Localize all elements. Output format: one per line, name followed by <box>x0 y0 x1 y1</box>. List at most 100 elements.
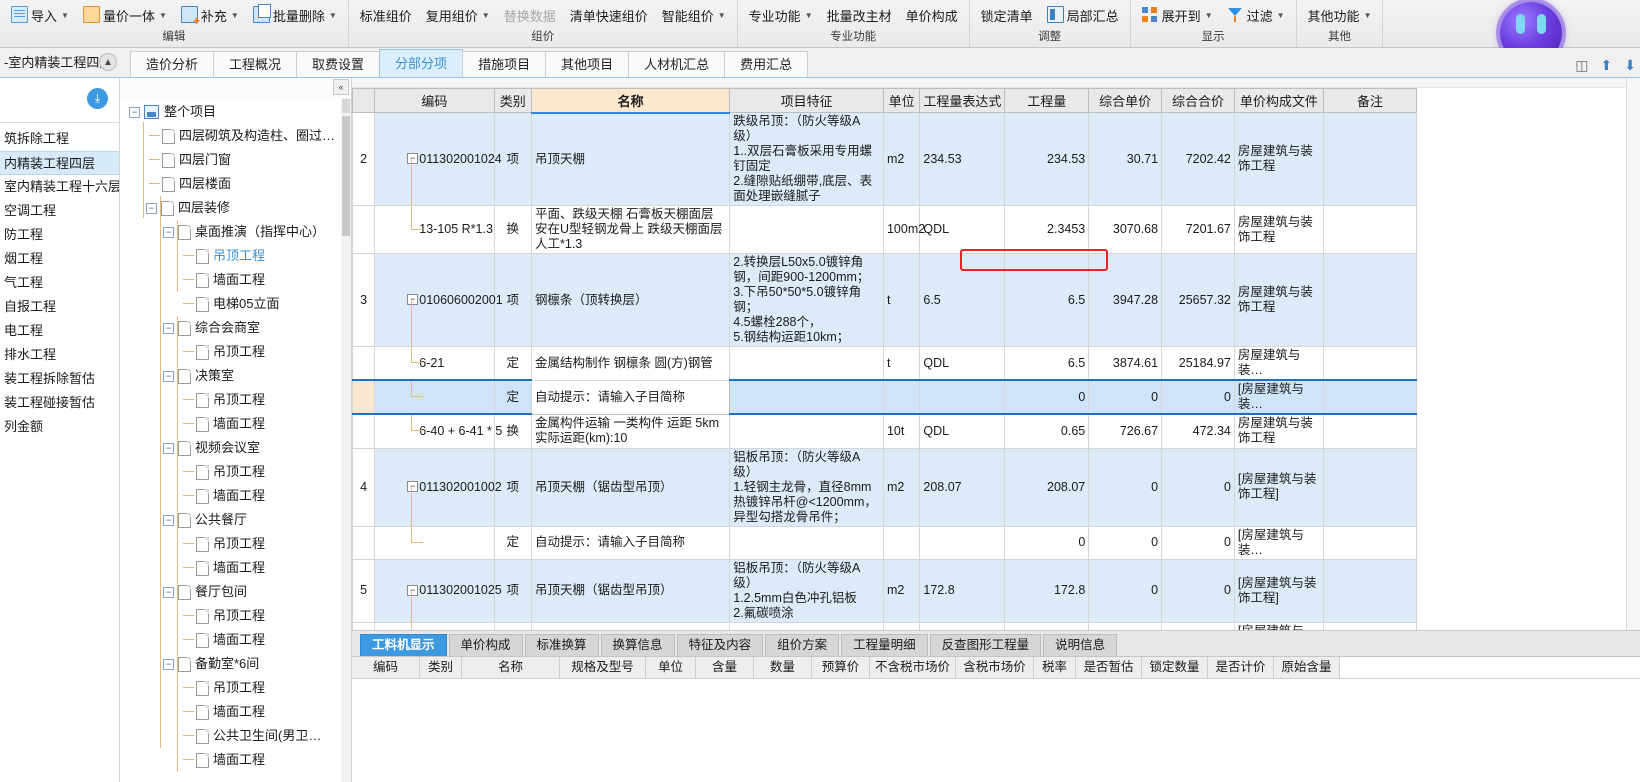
tree-node-26[interactable]: 墙面工程 <box>121 700 351 724</box>
ribbon-button-1-3[interactable]: 补充 ▼ <box>174 3 246 29</box>
cell-unit[interactable]: t <box>882 346 921 381</box>
detail-tab-9[interactable]: 说明信息 <box>1043 634 1118 656</box>
chevron-down-icon[interactable]: ▼ <box>61 11 69 20</box>
detail-column-header-10[interactable]: 含税市场价 <box>956 657 1034 678</box>
cell-price-file[interactable]: 房屋建筑与装饰工程 <box>1233 253 1324 347</box>
tree-node-11[interactable]: 吊顶工程 <box>121 340 351 364</box>
tree-node-19[interactable]: 吊顶工程 <box>121 532 351 556</box>
cell-name[interactable]: 吊顶天棚（锯齿型吊顶） <box>531 558 731 623</box>
detail-tab-3[interactable]: 标准换算 <box>524 634 599 656</box>
cell-code[interactable]: −010606002001 <box>374 253 503 347</box>
chevron-down-icon[interactable]: ▼ <box>1205 11 1213 20</box>
tree-node-2[interactable]: 四层砌筑及构造柱、圈过… <box>121 124 351 148</box>
project-list-item-12[interactable]: 装工程碰接暂估 <box>0 391 119 415</box>
cell-unit[interactable]: 10t <box>882 413 921 449</box>
detail-column-header-7[interactable]: 数量 <box>754 657 812 678</box>
move-up-icon[interactable]: ⬆ <box>1601 57 1613 74</box>
cell-total-price[interactable]: 0 <box>1161 558 1235 623</box>
table-row[interactable]: 定自动提示：请输入子目简称000[房屋建筑与装… <box>352 525 1418 560</box>
cell-unit[interactable] <box>882 379 921 415</box>
cell-code[interactable]: −011302001025 <box>374 558 502 623</box>
project-list-item-2[interactable]: 内精装工程四层 <box>0 151 119 175</box>
cell-total-price[interactable]: 7201.67 <box>1161 205 1235 254</box>
cell-name[interactable]: 金属构件运输 一类构件 运距 5km 实际运距(km):10 <box>531 413 731 449</box>
project-list-item-6[interactable]: 烟工程 <box>0 247 119 271</box>
tree-node-15[interactable]: − 视频会议室 <box>121 436 351 460</box>
cell-unit[interactable]: m2 <box>882 558 921 623</box>
cell-code[interactable] <box>374 379 495 415</box>
ribbon-button-5-2[interactable]: 过滤 ▼ <box>1220 3 1292 29</box>
tree-node-27[interactable]: 公共卫生间(男卫… <box>121 724 351 748</box>
cell-unit[interactable]: 100m2 <box>882 205 925 254</box>
cell-category[interactable]: 换 <box>493 205 533 254</box>
cell-feature[interactable]: 铝板吊顶：（防火等级A级） 1.2.5mm白色冲孔铝板 2.氟碳喷涂 <box>729 558 884 623</box>
grid-column-header-3[interactable]: 类别 <box>493 88 533 113</box>
project-list-item-10[interactable]: 排水工程 <box>0 343 119 367</box>
project-list-item-5[interactable]: 防工程 <box>0 223 119 247</box>
detail-column-header-13[interactable]: 锁定数量 <box>1142 657 1208 678</box>
tree-node-16[interactable]: 吊顶工程 <box>121 460 351 484</box>
cell-total-price[interactable]: 25184.97 <box>1161 346 1235 381</box>
cell-code[interactable]: −011302001002 <box>374 447 502 527</box>
ribbon-button-2-2[interactable]: 复用组价 ▼ <box>419 3 497 29</box>
tree-collapse-toggle[interactable]: − <box>163 586 174 598</box>
cell-total-price[interactable]: 472.34 <box>1161 413 1235 449</box>
detail-column-header-12[interactable]: 是否暂估 <box>1076 657 1142 678</box>
cell-total-price[interactable]: 0 <box>1161 525 1235 560</box>
tree-node-9[interactable]: 电梯05立面 <box>121 292 351 316</box>
grid-column-header-5[interactable]: 项目特征 <box>729 88 884 113</box>
cell-name[interactable]: 自动提示：请输入子目简称 <box>531 621 731 630</box>
cell-quantity[interactable]: 0 <box>1004 621 1090 630</box>
detail-tab-6[interactable]: 组价方案 <box>765 634 840 656</box>
tree-node-8[interactable]: 墙面工程 <box>121 268 351 292</box>
tree-collapse-toggle[interactable]: − <box>163 322 174 334</box>
ribbon-button-4-1[interactable]: 锁定清单 <box>974 3 1040 29</box>
cell-name[interactable]: 吊顶天棚（锯齿型吊顶） <box>531 447 731 527</box>
cell-category[interactable]: 定 <box>493 346 533 381</box>
ribbon-button-3-2[interactable]: 批量改主材 <box>820 3 899 29</box>
cell-quantity[interactable]: 208.07 <box>1004 447 1090 527</box>
cell-expression[interactable] <box>919 621 1006 630</box>
tree-node-17[interactable]: 墙面工程 <box>121 484 351 508</box>
cell-total-price[interactable]: 7202.42 <box>1161 112 1235 206</box>
tree-collapse-toggle[interactable]: − <box>146 202 157 214</box>
cell-code[interactable]: 6-21 <box>374 346 495 381</box>
tree-node-13[interactable]: 吊顶工程 <box>121 388 351 412</box>
cell-total-price[interactable]: 0 <box>1161 447 1235 527</box>
ribbon-button-3-3[interactable]: 单价构成 <box>899 3 965 29</box>
cell-unit-price[interactable]: 0 <box>1088 525 1163 560</box>
cell-feature[interactable]: 跌级吊顶：（防火等级A级） 1..双层石膏板采用专用螺钉固定 2.缝隙贴纸绷带,… <box>729 112 884 206</box>
tree-collapse-toggle[interactable]: − <box>163 658 174 670</box>
cell-quantity[interactable]: 172.8 <box>1004 558 1090 623</box>
cell-expression[interactable] <box>919 379 1006 415</box>
ribbon-button-1-1[interactable]: 导入 ▼ <box>4 3 76 29</box>
move-down-icon[interactable]: ⬇ <box>1624 57 1636 74</box>
detail-column-header-9[interactable]: 不含税市场价 <box>870 657 956 678</box>
cell-price-file[interactable]: 房屋建筑与装饰工程 <box>1233 205 1324 254</box>
cell-feature[interactable] <box>729 205 884 254</box>
cell-unit-price[interactable]: 3874.61 <box>1088 346 1163 381</box>
grid-column-header-2[interactable]: 编码 <box>374 88 495 113</box>
cell-feature[interactable] <box>729 379 884 415</box>
detail-column-header-1[interactable]: 编码 <box>352 657 420 678</box>
project-list-item-3[interactable]: 室内精装工程十六层 <box>0 175 119 199</box>
cell-name[interactable]: 金属结构制作 钢檩条 圆(方)钢管 <box>531 346 731 381</box>
cell-unit-price[interactable]: 0 <box>1088 447 1163 527</box>
ribbon-button-5-1[interactable]: 展开到 ▼ <box>1135 3 1220 29</box>
tree-node-24[interactable]: − 备勤室*6间 <box>121 652 351 676</box>
grid-column-header-1[interactable] <box>352 88 376 113</box>
tree-node-4[interactable]: 四层楼面 <box>121 172 351 196</box>
table-row[interactable]: 3−010606002001 项钢檩条（顶转换层） 2.转换层L50x5.0镀锌角钢… <box>352 253 1418 347</box>
project-list-item-13[interactable]: 列金额 <box>0 415 119 439</box>
tree-node-18[interactable]: − 公共餐厅 <box>121 508 351 532</box>
project-list-item-7[interactable]: 气工程 <box>0 271 119 295</box>
cell-code[interactable]: 13-105 R*1.3 <box>374 205 495 254</box>
table-row[interactable]: 定自动提示：请输入子目简称000[房屋建筑与装… <box>352 621 1418 630</box>
project-list-item-11[interactable]: 装工程拆除暂估 <box>0 367 119 391</box>
chevron-down-icon[interactable]: ▼ <box>1277 11 1285 20</box>
cell-feature[interactable]: 铝板吊顶：（防火等级A级） 1.轻钢主龙骨，直径8mm热镀锌吊杆@<1200mm… <box>729 447 884 527</box>
cell-unit-price[interactable]: 726.67 <box>1088 413 1163 449</box>
chevron-down-icon[interactable]: ▼ <box>159 11 167 20</box>
cell-code[interactable]: 6-40 + 6-41 * 5 <box>374 413 502 449</box>
cell-name[interactable]: 吊顶天棚 <box>531 112 731 206</box>
